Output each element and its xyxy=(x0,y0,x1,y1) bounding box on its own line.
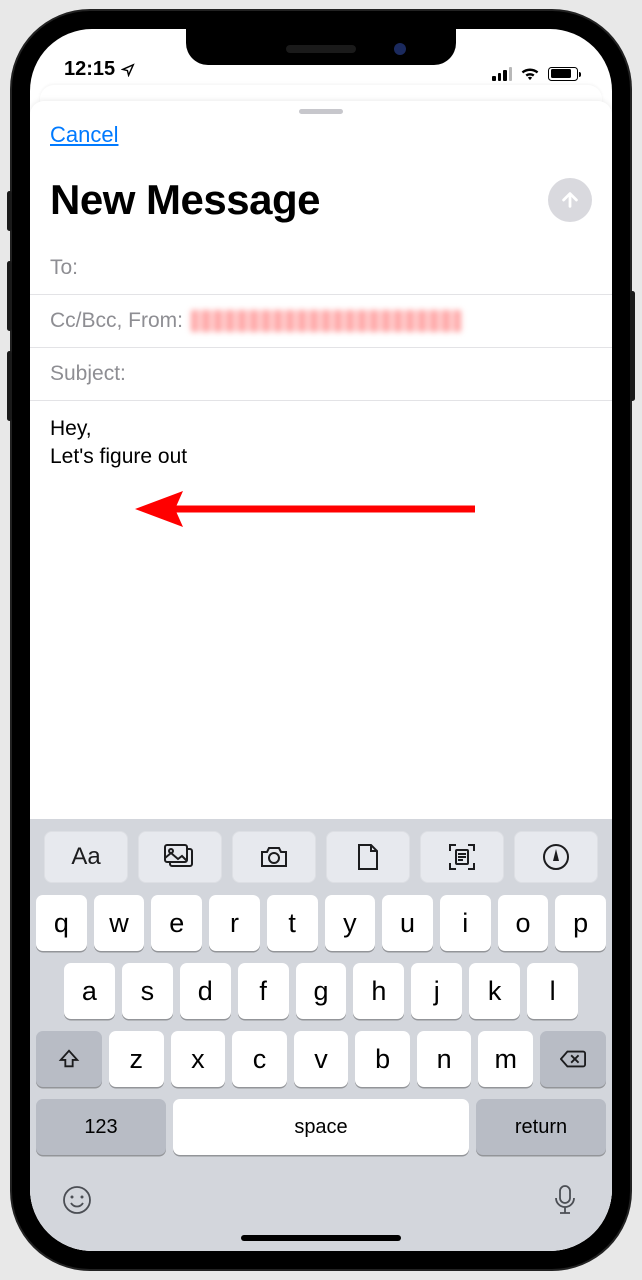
key-row-2: asdfghjkl xyxy=(36,963,606,1019)
key-x[interactable]: x xyxy=(171,1031,226,1087)
emoji-icon xyxy=(62,1185,92,1215)
key-i[interactable]: i xyxy=(440,895,491,951)
arrow-up-icon xyxy=(559,189,581,211)
return-key[interactable]: return xyxy=(476,1099,606,1155)
key-r[interactable]: r xyxy=(209,895,260,951)
key-row-1: qwertyuiop xyxy=(36,895,606,951)
home-indicator[interactable] xyxy=(241,1235,401,1241)
cancel-button[interactable]: Cancel xyxy=(50,122,118,148)
sheet-grabber[interactable] xyxy=(299,109,343,114)
key-f[interactable]: f xyxy=(238,963,289,1019)
photos-button[interactable] xyxy=(138,831,222,883)
key-o[interactable]: o xyxy=(498,895,549,951)
to-field[interactable]: To: xyxy=(30,242,612,295)
key-a[interactable]: a xyxy=(64,963,115,1019)
key-row-3: zxcvbnm xyxy=(36,1031,606,1087)
location-icon xyxy=(121,63,135,77)
body-line-2: Let's figure out xyxy=(50,443,592,471)
key-b[interactable]: b xyxy=(355,1031,410,1087)
body-line-1: Hey, xyxy=(50,415,592,443)
subject-label: Subject: xyxy=(50,362,126,386)
key-t[interactable]: t xyxy=(267,895,318,951)
key-q[interactable]: q xyxy=(36,895,87,951)
key-h[interactable]: h xyxy=(353,963,404,1019)
key-row-4: 123 space return xyxy=(36,1099,606,1155)
to-label: To: xyxy=(50,256,78,280)
space-key[interactable]: space xyxy=(173,1099,469,1155)
dictation-button[interactable] xyxy=(548,1183,582,1217)
message-body[interactable]: Hey, Let's figure out xyxy=(30,401,612,571)
battery-icon xyxy=(548,67,578,81)
document-icon xyxy=(357,843,379,871)
key-p[interactable]: p xyxy=(555,895,606,951)
key-j[interactable]: j xyxy=(411,963,462,1019)
keyboard-bottom-bar xyxy=(30,1173,612,1235)
volume-down-button xyxy=(7,351,12,421)
shift-key[interactable] xyxy=(36,1031,102,1087)
key-k[interactable]: k xyxy=(469,963,520,1019)
shift-icon xyxy=(58,1048,80,1070)
key-u[interactable]: u xyxy=(382,895,433,951)
camera-button[interactable] xyxy=(232,831,316,883)
text-format-icon: Aa xyxy=(71,843,100,871)
volume-up-button xyxy=(7,261,12,331)
key-y[interactable]: y xyxy=(325,895,376,951)
key-d[interactable]: d xyxy=(180,963,231,1019)
key-g[interactable]: g xyxy=(296,963,347,1019)
emoji-button[interactable] xyxy=(60,1183,94,1217)
key-m[interactable]: m xyxy=(478,1031,533,1087)
markup-icon xyxy=(542,843,570,871)
format-toolbar: Aa xyxy=(30,827,612,893)
mute-switch xyxy=(7,191,12,231)
cc-bcc-from-field[interactable]: Cc/Bcc, From: xyxy=(30,295,612,348)
scan-icon xyxy=(448,843,476,871)
annotation-arrow xyxy=(135,485,485,533)
key-s[interactable]: s xyxy=(122,963,173,1019)
key-w[interactable]: w xyxy=(94,895,145,951)
key-z[interactable]: z xyxy=(109,1031,164,1087)
backspace-icon xyxy=(560,1049,586,1069)
key-v[interactable]: v xyxy=(294,1031,349,1087)
photos-icon xyxy=(164,844,196,870)
keyboard: Aa xyxy=(30,819,612,1251)
subject-field[interactable]: Subject: xyxy=(30,348,612,401)
scan-document-button[interactable] xyxy=(420,831,504,883)
page-title: New Message xyxy=(50,176,320,224)
from-value-redacted xyxy=(191,310,461,332)
power-button xyxy=(630,291,635,401)
microphone-icon xyxy=(554,1185,576,1215)
key-e[interactable]: e xyxy=(151,895,202,951)
status-time: 12:15 xyxy=(64,58,115,81)
format-text-button[interactable]: Aa xyxy=(44,831,128,883)
cc-bcc-from-label: Cc/Bcc, From: xyxy=(50,309,183,333)
backspace-key[interactable] xyxy=(540,1031,606,1087)
markup-button[interactable] xyxy=(514,831,598,883)
numbers-key[interactable]: 123 xyxy=(36,1099,166,1155)
key-c[interactable]: c xyxy=(232,1031,287,1087)
screen: 12:15 Cancel New Message xyxy=(30,29,612,1251)
key-l[interactable]: l xyxy=(527,963,578,1019)
cell-signal-icon xyxy=(492,67,512,81)
wifi-icon xyxy=(520,66,540,81)
key-n[interactable]: n xyxy=(417,1031,472,1087)
attachment-button[interactable] xyxy=(326,831,410,883)
send-button[interactable] xyxy=(548,178,592,222)
notch xyxy=(186,29,456,65)
camera-icon xyxy=(259,845,289,869)
phone-frame: 12:15 Cancel New Message xyxy=(12,11,630,1269)
